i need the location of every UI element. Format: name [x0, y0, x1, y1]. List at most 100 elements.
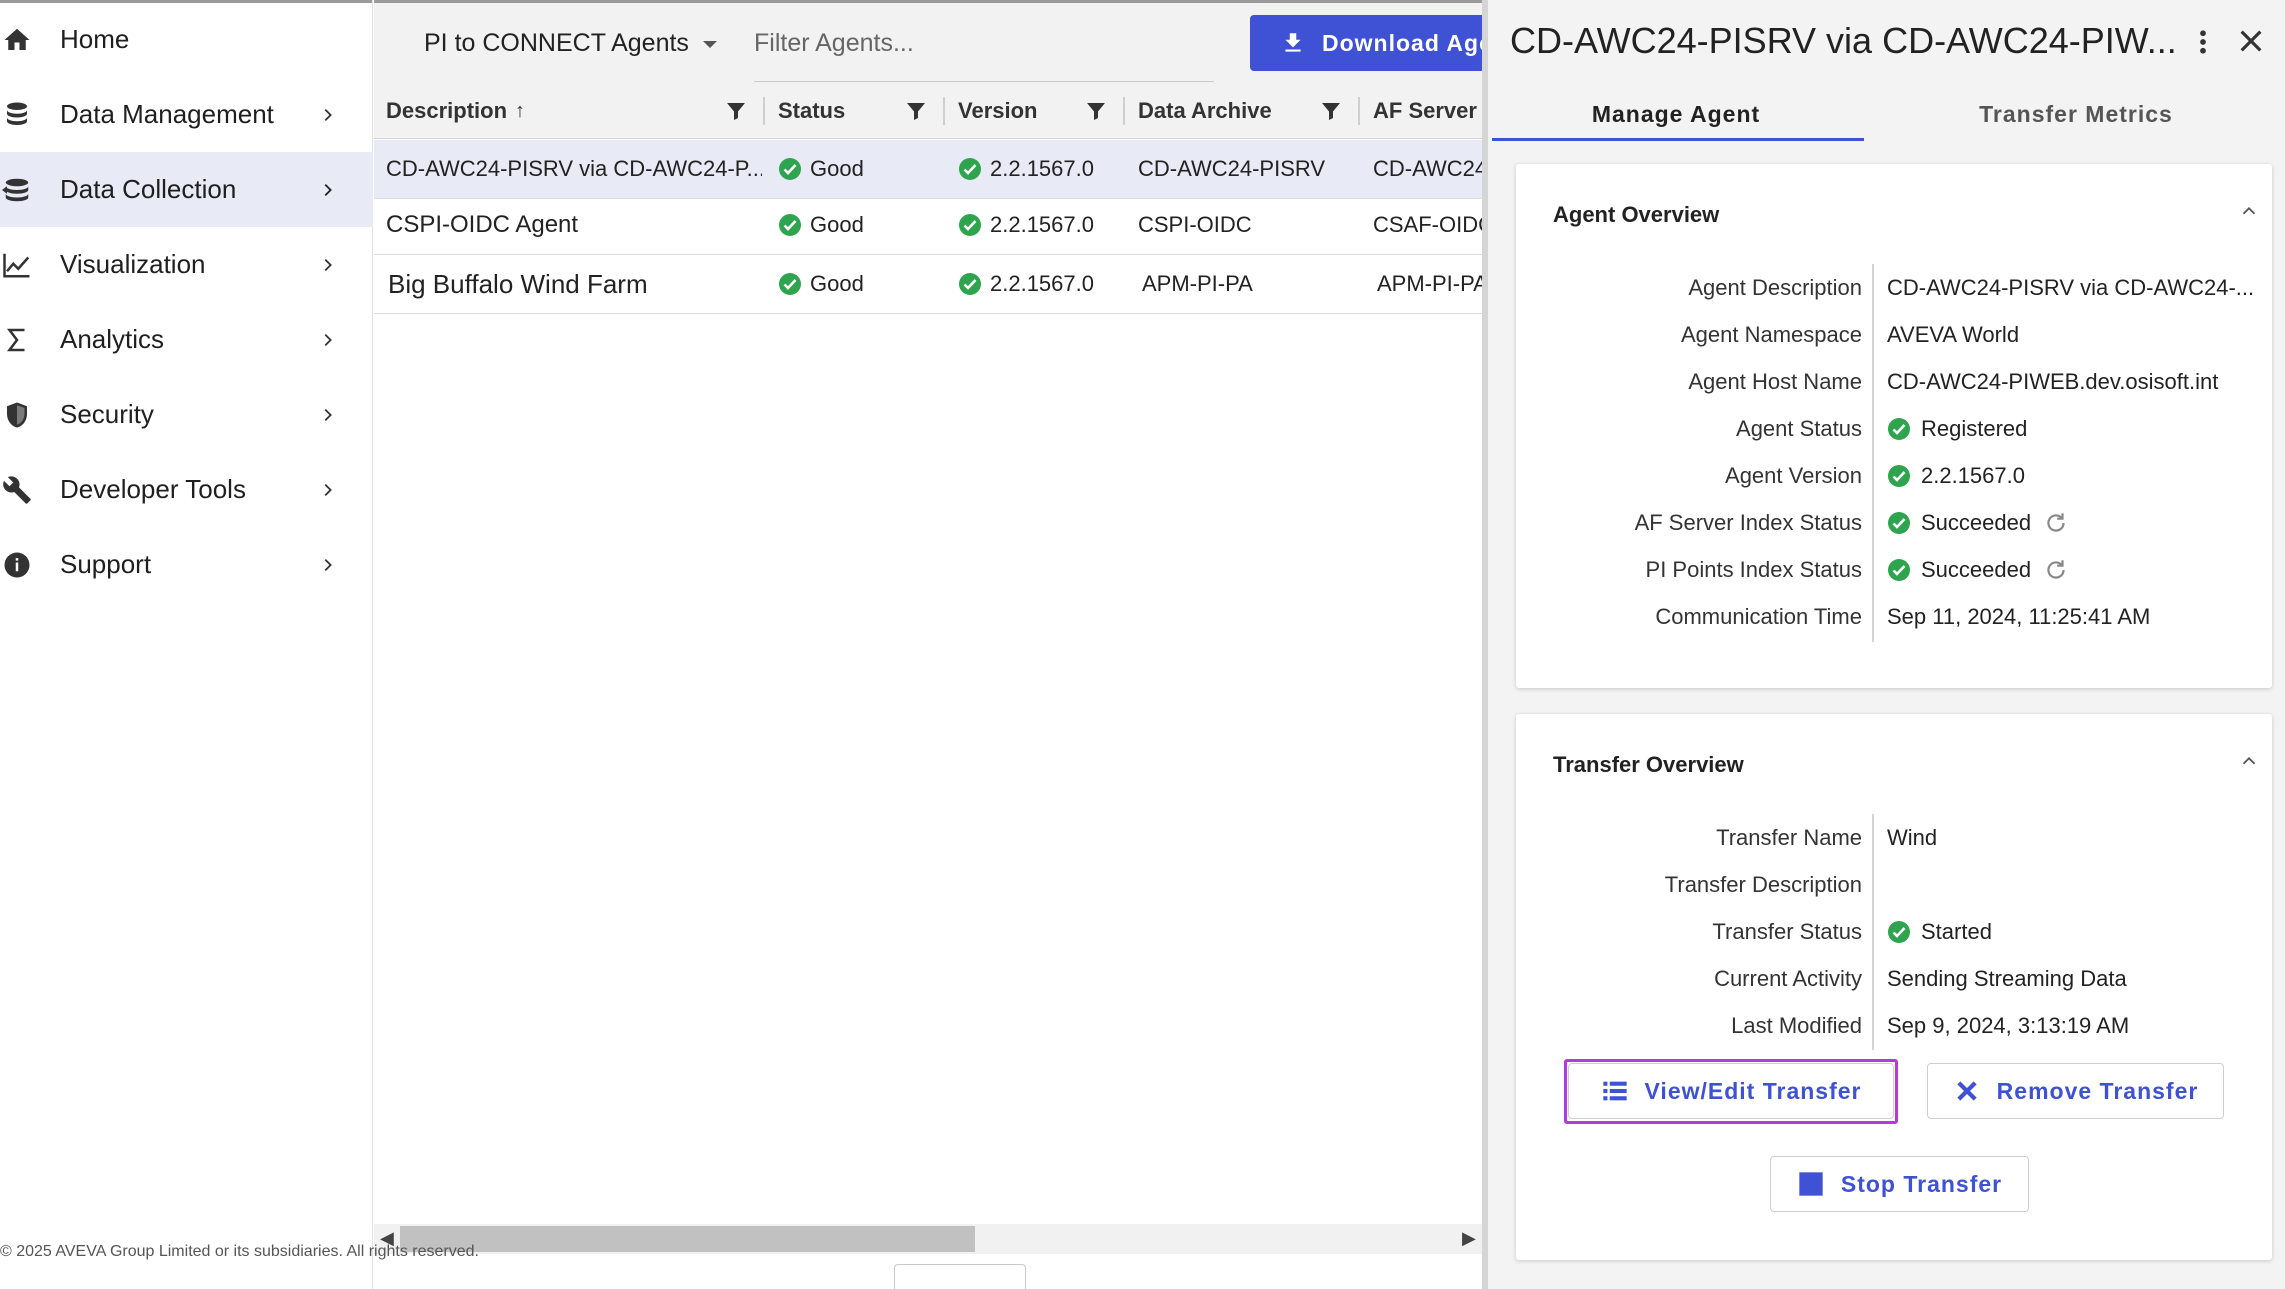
sort-ascending-icon[interactable]: ↑: [515, 100, 525, 123]
refresh-icon[interactable]: [2043, 557, 2069, 583]
info-icon: [2, 550, 32, 580]
sidebar-item-data-collection[interactable]: Data Collection: [0, 152, 373, 227]
remove-transfer-button[interactable]: Remove Transfer: [1927, 1063, 2224, 1119]
more-options-icon[interactable]: [2188, 24, 2218, 60]
field-label: Agent Description: [1688, 275, 1862, 300]
cell-af-server: CSAF-OIDC: [1373, 212, 1482, 237]
cell-version: 2.2.1567.0: [958, 255, 1123, 313]
column-separator[interactable]: [763, 97, 765, 125]
column-separator[interactable]: [1123, 97, 1125, 125]
scroll-right-icon[interactable]: ▶: [1462, 1228, 1476, 1249]
stop-transfer-label: Stop Transfer: [1840, 1170, 2003, 1197]
table-row[interactable]: CSPI-OIDC Agent Good 2.2.1567.0 CSPI-OID…: [374, 196, 1482, 255]
filter-icon[interactable]: [904, 99, 928, 123]
version-text: 2.2.1567.0: [990, 156, 1094, 181]
view-edit-transfer-button[interactable]: View/Edit Transfer: [1568, 1063, 1894, 1119]
chevron-right-icon: [324, 558, 332, 571]
agents-grid-area: PI to CONNECT Agents Download Agent Desc…: [374, 0, 1510, 1289]
chevron-right-icon: [324, 183, 332, 196]
download-agent-button[interactable]: Download Agent: [1250, 15, 1510, 71]
stop-transfer-button[interactable]: Stop Transfer: [1770, 1156, 2029, 1212]
filter-icon[interactable]: [1084, 99, 1108, 123]
table-row[interactable]: Big Buffalo Wind Farm Good 2.2.1567.0 AP…: [374, 255, 1482, 314]
last-modified-value: Sep 9, 2024, 3:13:19 AM: [1887, 1013, 2130, 1038]
field-label: Communication Time: [1655, 604, 1862, 629]
current-activity-value: Sending Streaming Data: [1887, 966, 2127, 991]
sidebar: Home Data Management Data Collection Vis…: [0, 0, 373, 1289]
sidebar-item-data-management[interactable]: Data Management: [0, 77, 373, 152]
filter-icon[interactable]: [724, 99, 748, 123]
field-label: Agent Version: [1725, 463, 1862, 488]
chevron-up-icon[interactable]: [2238, 750, 2260, 772]
check-circle-icon: [779, 158, 801, 180]
column-header-label: Status: [778, 98, 846, 123]
cell-status: Good: [778, 255, 938, 313]
filter-icon[interactable]: [1319, 99, 1343, 123]
grid-header: Description ↑ Status Version Data Archiv…: [374, 83, 1482, 139]
tab-transfer-metrics[interactable]: Transfer Metrics: [1876, 86, 2276, 142]
transfer-name-value: Wind: [1887, 825, 1938, 850]
check-circle-icon: [1888, 512, 1910, 534]
check-circle-icon: [779, 214, 801, 236]
cell-data-archive: CSPI-OIDC: [1138, 212, 1252, 237]
field-label: Transfer Name: [1716, 825, 1862, 850]
column-separator[interactable]: [943, 97, 945, 125]
sidebar-item-analytics[interactable]: Analytics: [0, 302, 373, 377]
field-label: Agent Host Name: [1688, 369, 1862, 394]
cell-af-server: APM-PI-PA: [1377, 271, 1482, 296]
column-separator[interactable]: [1358, 97, 1360, 125]
status-text: Succeeded: [1921, 510, 2032, 535]
cell-data-archive: CD-AWC24-PISRV: [1138, 156, 1326, 181]
transfer-status-value: Started: [1887, 914, 2257, 950]
filter-agents-input[interactable]: [754, 19, 1214, 67]
table-row[interactable]: CD-AWC24-PISRV via CD-AWC24-P... Good 2.…: [374, 140, 1482, 199]
status-text: Good: [810, 212, 864, 237]
pi-points-index-status-value: Succeeded: [1887, 552, 2257, 588]
column-header-description[interactable]: Description ↑: [386, 83, 525, 139]
scrollbar-thumb[interactable]: [400, 1226, 975, 1252]
cell-status: Good: [778, 196, 938, 254]
check-circle-icon: [779, 273, 801, 295]
column-header-label: Version: [958, 98, 1038, 123]
column-header-status[interactable]: Status: [778, 83, 845, 139]
column-header-label: AF Server: [1373, 98, 1477, 123]
bottom-tab-handle[interactable]: [894, 1264, 1026, 1289]
column-header-version[interactable]: Version: [958, 83, 1037, 139]
sidebar-item-label: Data Collection: [60, 174, 237, 204]
cell-data-archive: APM-PI-PA: [1142, 271, 1253, 296]
chevron-right-icon: [324, 333, 332, 346]
status-text: Registered: [1921, 416, 2028, 441]
agent-version-value: 2.2.1567.0: [1887, 458, 2257, 494]
data-collection-icon: [2, 175, 32, 205]
sidebar-item-developer-tools[interactable]: Developer Tools: [0, 452, 373, 527]
field-separator: [1872, 264, 1874, 642]
agent-description-value: CD-AWC24-PISRV via CD-AWC24-...: [1887, 275, 2255, 300]
refresh-icon[interactable]: [2043, 510, 2069, 536]
check-circle-icon: [1888, 921, 1910, 943]
field-separator: [1872, 814, 1874, 1050]
transfer-overview-card: Transfer Overview Transfer Name Wind Tra…: [1516, 714, 2272, 1260]
horizontal-scrollbar[interactable]: ◀ ▶: [374, 1224, 1482, 1254]
version-text: 2.2.1567.0: [990, 271, 1094, 296]
column-header-data-archive[interactable]: Data Archive: [1138, 83, 1272, 139]
agent-type-dropdown[interactable]: PI to CONNECT Agents: [424, 29, 717, 58]
sidebar-item-support[interactable]: Support: [0, 527, 373, 602]
column-header-af-server[interactable]: AF Server: [1373, 83, 1477, 139]
close-icon[interactable]: [2235, 25, 2267, 57]
sidebar-item-security[interactable]: Security: [0, 377, 373, 452]
check-circle-icon: [959, 158, 981, 180]
sidebar-item-visualization[interactable]: Visualization: [0, 227, 373, 302]
filter-underline: [754, 81, 1214, 82]
chevron-right-icon: [324, 483, 332, 496]
sidebar-item-label: Support: [60, 549, 152, 579]
tab-manage-agent[interactable]: Manage Agent: [1476, 86, 1876, 142]
chevron-up-icon[interactable]: [2238, 200, 2260, 222]
sidebar-item-label: Data Management: [60, 99, 274, 129]
chevron-right-icon: [324, 258, 332, 271]
check-circle-icon: [959, 273, 981, 295]
column-header-label: Data Archive: [1138, 98, 1272, 123]
sidebar-item-home[interactable]: Home: [0, 2, 373, 77]
af-server-index-status-value: Succeeded: [1887, 505, 2257, 541]
field-label: Agent Namespace: [1681, 322, 1862, 347]
sidebar-item-label: Visualization: [60, 249, 206, 279]
